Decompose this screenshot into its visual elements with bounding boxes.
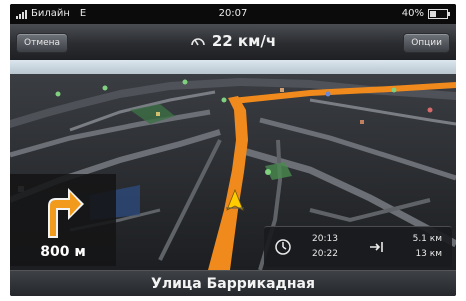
speedometer-icon [190,35,206,47]
options-button[interactable]: Опции [403,33,450,53]
trip-info-panel[interactable]: 20:13 20:22 5.1 км 13 км [264,226,452,267]
clock-icon [274,237,292,258]
turn-right-icon [38,180,88,242]
route-distance-icon [368,239,384,258]
navigation-screen: Билайн E 20:07 40% Отмена 22 км/ч Опции [10,4,456,296]
navigation-toolbar: Отмена 22 км/ч Опции [10,24,456,61]
speed-value: 22 км/ч [211,32,277,50]
distance-next: 5.1 км [412,234,442,244]
arrival-time-next: 20:13 [312,234,338,244]
speed-display: 22 км/ч [10,32,456,50]
battery-percent: 40% [401,8,424,19]
battery-icon [428,8,450,19]
clock: 20:07 [218,8,248,19]
current-street-bar: Улица Баррикадная [10,270,456,296]
status-bar: Билайн E 20:07 40% [10,4,456,24]
maneuver-panel: 800 м [10,174,116,266]
distance-total: 13 км [415,249,442,259]
arrival-time-final: 20:22 [312,249,338,259]
maneuver-distance: 800 м [40,244,86,260]
